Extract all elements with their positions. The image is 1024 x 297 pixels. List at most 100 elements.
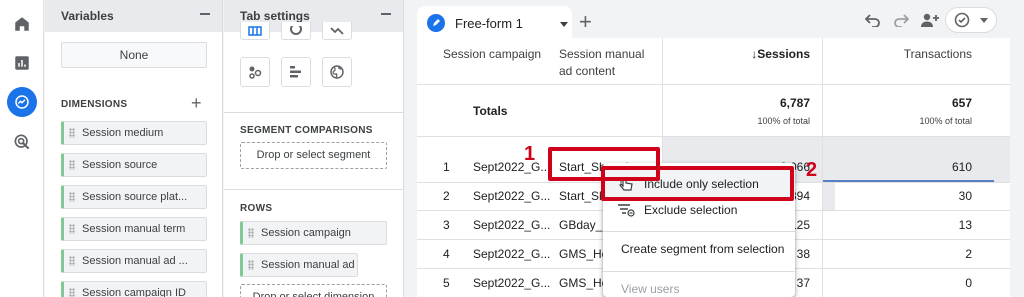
totals-transactions: 657 — [951, 96, 972, 110]
check-circle-icon — [954, 12, 970, 28]
view-users-item[interactable]: View users — [603, 274, 795, 297]
dimension-drop-zone[interactable]: Drop or select dimension — [240, 284, 387, 297]
tab-settings-title: Tab settings — [240, 9, 310, 23]
drag-handle-icon[interactable] — [69, 192, 75, 202]
dimension-chip[interactable]: Session campaign ID — [61, 281, 207, 297]
donut-viz-icon[interactable] — [281, 22, 311, 40]
table-viz-icon[interactable] — [240, 22, 270, 40]
row-label: Session manual ad ... — [261, 259, 358, 271]
drag-handle-icon[interactable] — [69, 128, 75, 138]
home-icon[interactable] — [10, 12, 34, 36]
minimize-tab-settings-icon[interactable] — [381, 13, 391, 15]
variables-panel: Variables None DIMENSIONS + Session medi… — [45, 0, 223, 297]
column-header-transactions[interactable]: Transactions — [827, 46, 972, 63]
chevron-down-icon — [980, 18, 988, 23]
row-number: 5 — [443, 276, 450, 290]
add-tab-icon[interactable]: + — [579, 11, 592, 33]
create-segment-item[interactable]: Create segment from selection — [603, 234, 795, 264]
transactions-bar — [823, 183, 835, 210]
drag-handle-icon[interactable] — [69, 256, 75, 266]
drag-handle-icon[interactable] — [69, 160, 75, 170]
step-1-number: 1 — [524, 143, 536, 165]
row-number: 3 — [443, 218, 450, 232]
row-divider — [417, 84, 1010, 85]
dimension-label: Session source — [82, 159, 158, 171]
row-chip[interactable]: Session campaign — [240, 221, 387, 245]
bar-viz-icon[interactable] — [281, 57, 311, 87]
filter-exclude-icon — [618, 204, 635, 217]
undo-icon[interactable] — [863, 10, 883, 30]
dimension-label: Session campaign ID — [82, 287, 186, 297]
segment-drop-zone[interactable]: Drop or select segment — [240, 142, 387, 169]
campaign-cell[interactable]: Sept2022_G... — [473, 247, 550, 261]
column-header-campaign[interactable]: Session campaign — [443, 46, 541, 63]
transactions-cell: 0 — [965, 276, 972, 290]
tab-free-form[interactable]: Free-form 1 — [417, 6, 572, 40]
reports-icon[interactable] — [10, 51, 34, 75]
status-dropdown[interactable] — [945, 7, 997, 33]
step-2-number: 2 — [806, 159, 818, 181]
totals-transactions-pct: 100% of total — [919, 116, 972, 126]
transactions-cell: 610 — [951, 160, 972, 174]
redo-icon[interactable] — [891, 10, 911, 30]
row-number: 4 — [443, 247, 450, 261]
advertising-icon[interactable] — [10, 130, 34, 154]
dimensions-label: DIMENSIONS — [61, 99, 128, 110]
campaign-cell[interactable]: Sept2022_G... — [473, 160, 550, 174]
explore-icon[interactable] — [7, 87, 37, 117]
row-label: Session campaign — [261, 227, 351, 239]
geo-map-icon[interactable] — [322, 57, 352, 87]
transactions-cell: 13 — [958, 218, 972, 232]
line-viz-icon[interactable] — [322, 22, 352, 40]
rows-label: ROWS — [240, 203, 273, 214]
highlight-box-step-2 — [601, 166, 794, 201]
scatter-viz-icon[interactable] — [240, 57, 270, 87]
divider — [224, 189, 404, 190]
dimension-chip[interactable]: Session source — [61, 153, 207, 177]
view-users-label: View users — [621, 282, 680, 296]
add-dimension-icon[interactable]: + — [191, 94, 202, 112]
menu-divider — [603, 271, 795, 272]
create-segment-label: Create segment from selection — [621, 242, 785, 256]
variables-title: Variables — [61, 9, 114, 23]
dimension-chip[interactable]: Session source plat... — [61, 185, 207, 209]
dimension-label: Session source plat... — [82, 191, 188, 203]
chevron-down-icon[interactable] — [560, 22, 568, 27]
dimension-label: Session manual ad ... — [82, 255, 188, 267]
tab-label: Free-form 1 — [455, 16, 523, 31]
share-user-icon[interactable] — [918, 10, 942, 30]
minimize-variables-icon[interactable] — [200, 13, 210, 15]
row-chip[interactable]: Session manual ad ... — [240, 253, 358, 277]
dimension-chip[interactable]: Session manual ad ... — [61, 249, 207, 273]
ad-content-cell[interactable]: GMS_Ho — [559, 276, 608, 290]
drag-handle-icon[interactable] — [69, 288, 75, 297]
drag-handle-icon[interactable] — [248, 260, 254, 270]
exclude-label: Exclude selection — [644, 203, 738, 217]
segment-none-field[interactable]: None — [61, 42, 207, 68]
drag-handle-icon[interactable] — [248, 228, 254, 238]
ad-content-cell[interactable]: GMS_Ho — [559, 247, 608, 261]
segment-comparisons-label: SEGMENT COMPARISONS — [240, 125, 373, 136]
edit-pencil-icon — [427, 14, 445, 32]
divider — [224, 112, 404, 113]
row-number: 1 — [443, 160, 450, 174]
row-number: 2 — [443, 189, 450, 203]
dimension-label: Session manual term — [82, 223, 186, 235]
dimension-chip[interactable]: Session medium — [61, 121, 207, 145]
totals-sessions-pct: 100% of total — [757, 116, 810, 126]
menu-divider — [603, 231, 795, 232]
drag-handle-icon[interactable] — [69, 224, 75, 234]
column-header-sessions[interactable]: ↓Sessions — [717, 46, 810, 63]
totals-label: Totals — [473, 104, 508, 118]
nav-rail — [0, 0, 44, 297]
totals-sessions: 6,787 — [779, 96, 810, 110]
transactions-cell: 30 — [958, 189, 972, 203]
dimension-chip[interactable]: Session manual term — [61, 217, 207, 241]
campaign-cell[interactable]: Sept2022_G... — [473, 276, 550, 290]
campaign-cell[interactable]: Sept2022_G... — [473, 189, 550, 203]
variables-header: Variables — [45, 0, 222, 32]
campaign-cell[interactable]: Sept2022_G... — [473, 218, 550, 232]
transactions-cell: 2 — [965, 247, 972, 261]
column-header-ad-content[interactable]: Session manual ad content — [559, 46, 659, 80]
dimension-label: Session medium — [82, 127, 164, 139]
